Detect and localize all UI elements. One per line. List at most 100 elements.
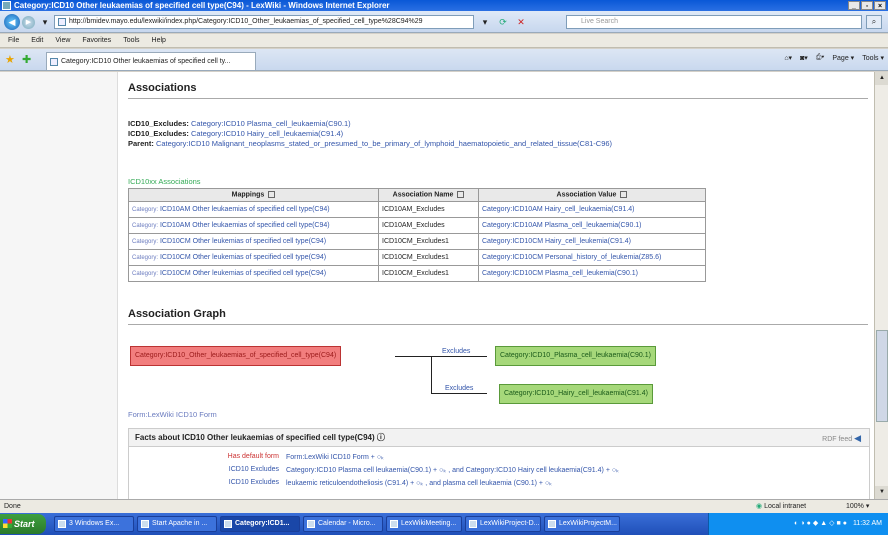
value-link[interactable]: Category:ICD10CM Personal_history_of_leu… <box>482 254 661 261</box>
mapping-link[interactable]: ICD10AM Other leukaemias of specified ce… <box>160 222 330 229</box>
info-icon[interactable]: ⓘ <box>377 433 385 442</box>
form-link[interactable]: Form:LexWiki ICD10 Form <box>128 410 217 419</box>
graph-source-node[interactable]: Category:ICD10_Other_leukaemias_of_speci… <box>130 346 342 366</box>
tools-menu[interactable]: Tools ▾ <box>862 54 884 62</box>
feeds-icon[interactable]: ◙▾ <box>800 54 808 62</box>
table-caption: ICD10xx Associations <box>128 177 201 186</box>
cell-mapping: Category: ICD10CM Other leukemias of spe… <box>128 233 379 250</box>
col-association-name[interactable]: Association Name <box>378 188 479 202</box>
cell-value: Category:ICD10AM Hairy_cell_leukaemia(C9… <box>478 201 706 218</box>
add-favorite-icon[interactable]: ✚ <box>22 53 31 66</box>
stop-icon[interactable]: ✕ <box>514 15 528 29</box>
menu-help[interactable]: Help <box>152 34 166 47</box>
sort-icon[interactable] <box>457 191 465 199</box>
tab-current[interactable]: Category:ICD10 Other leukaemias of speci… <box>46 52 256 70</box>
taskbar-button[interactable]: LexWikiProject-D... <box>465 516 541 532</box>
home-icon[interactable]: ⌂▾ <box>784 54 792 62</box>
address-dropdown-icon[interactable]: ▾ <box>478 15 492 29</box>
fact-value[interactable]: leukaemic reticuloendotheliosis (C91.4) … <box>286 479 552 487</box>
close-button[interactable]: × <box>874 1 886 10</box>
console-icon <box>141 520 149 528</box>
assoc-line-parent: Parent: Category:ICD10 Malignant_neoplas… <box>128 139 612 148</box>
cell-name: ICD10CM_Excludes1 <box>378 265 479 282</box>
taskbar-button[interactable]: 3 Windows Ex... <box>54 516 134 532</box>
favorites-star-icon[interactable]: ★ <box>5 53 15 66</box>
search-icon[interactable]: ⌕ <box>866 15 882 29</box>
menu-tools[interactable]: Tools <box>123 34 139 47</box>
address-input[interactable]: http://bmidev.mayo.edu/lexwiki/index.php… <box>54 15 474 29</box>
rdf-feed-link[interactable]: RDF feed ◀ <box>822 429 861 449</box>
assoc-link[interactable]: Category:ICD10 Hairy_cell_leukaemia(C91.… <box>191 129 343 138</box>
cell-mapping: Category: ICD10AM Other leukaemias of sp… <box>128 201 379 218</box>
start-label: Start <box>14 519 35 529</box>
mapping-link[interactable]: ICD10CM Other leukemias of specified cel… <box>160 254 326 261</box>
menu-view[interactable]: View <box>55 34 70 47</box>
dropdown-icon[interactable]: ▾ <box>38 15 52 29</box>
assoc-line-1: ICD10_Excludes: Category:ICD10 Plasma_ce… <box>128 119 351 128</box>
start-button[interactable]: Start <box>0 514 46 534</box>
mapping-link[interactable]: ICD10CM Other leukemias of specified cel… <box>160 238 326 245</box>
tray-icons[interactable]: ◐◑●◆▲◇■● <box>794 520 853 527</box>
assoc-line-2: ICD10_Excludes: Category:ICD10 Hairy_cel… <box>128 129 343 138</box>
back-button[interactable]: ◀ <box>4 14 20 30</box>
scroll-down-icon[interactable]: ▼ <box>875 486 888 499</box>
fact-value[interactable]: Category:ICD10 Plasma cell leukaemia(C90… <box>286 466 619 474</box>
value-link[interactable]: Category:ICD10AM Hairy_cell_leukaemia(C9… <box>482 206 635 213</box>
value-link[interactable]: Category:ICD10AM Plasma_cell_leukaemia(C… <box>482 222 642 229</box>
associations-table: Mappings Association Name Association Va… <box>128 188 706 282</box>
print-icon[interactable]: ⎙▾ <box>816 54 825 62</box>
category-prefix: Category: <box>132 271 159 277</box>
taskbar-button[interactable]: LexWikiProjectM... <box>544 516 620 532</box>
menu-favorites[interactable]: Favorites <box>82 34 111 47</box>
document-icon <box>390 520 398 528</box>
mapping-link[interactable]: ICD10AM Other leukaemias of specified ce… <box>160 206 330 213</box>
table-row: Category: ICD10AM Other leukaemias of sp… <box>128 201 706 218</box>
edge-label: Excludes <box>445 385 474 392</box>
calendar-icon <box>307 520 315 528</box>
taskbar-button[interactable]: Category:ICD1... <box>220 516 300 532</box>
taskbar-button[interactable]: LexWikiMeeting... <box>386 516 462 532</box>
page-menu[interactable]: Page ▾ <box>832 54 854 62</box>
col-association-value[interactable]: Association Value <box>478 188 706 202</box>
assoc-label: ICD10_Excludes: <box>128 129 189 138</box>
facts-box: Facts about ICD10 Other leukaemias of sp… <box>128 428 870 499</box>
fact-key[interactable]: ICD10 Excludes <box>129 479 279 486</box>
scroll-up-icon[interactable]: ▲ <box>875 72 888 85</box>
minimize-button[interactable]: _ <box>848 1 860 10</box>
value-link[interactable]: Category:ICD10CM Plasma_cell_leukemia(C9… <box>482 270 638 277</box>
window-title: Category:ICD10 Other leukaemias of speci… <box>14 1 390 10</box>
taskbar-button[interactable]: Calendar - Micro... <box>303 516 383 532</box>
graph-target-node[interactable]: Category:ICD10_Plasma_cell_leukaemia(C90… <box>495 346 656 366</box>
col-label: Mappings <box>231 191 265 199</box>
zoom-control[interactable]: 100% ▾ <box>846 500 869 513</box>
taskbar-label: LexWikiProjectM... <box>559 520 617 527</box>
search-input[interactable]: Live Search <box>566 15 862 29</box>
system-tray: ◐◑●◆▲◇■● 11:32 AM <box>708 513 888 535</box>
vertical-scrollbar[interactable]: ▲ ▼ <box>874 72 888 499</box>
col-mappings[interactable]: Mappings <box>128 188 379 202</box>
menu-file[interactable]: File <box>8 34 19 47</box>
document-icon <box>469 520 477 528</box>
fact-key[interactable]: Has default form <box>129 453 279 460</box>
taskbar-button[interactable]: Start Apache in ... <box>137 516 217 532</box>
forward-button[interactable]: ▶ <box>22 16 35 29</box>
graph-target-node[interactable]: Category:ICD10_Hairy_cell_leukaemia(C91.… <box>499 384 653 404</box>
value-link[interactable]: Category:ICD10CM Hairy_cell_leukemia(C91… <box>482 238 631 245</box>
cell-name: ICD10AM_Excludes <box>378 217 479 234</box>
refresh-icon[interactable]: ⟳ <box>496 15 510 29</box>
mapping-link[interactable]: ICD10CM Other leukemias of specified cel… <box>160 270 326 277</box>
sort-icon[interactable] <box>620 191 628 199</box>
fact-value[interactable]: Form:LexWiki ICD10 Form + ○ₖ <box>286 453 384 461</box>
menu-edit[interactable]: Edit <box>31 34 43 47</box>
fact-key[interactable]: ICD10 Excludes <box>129 466 279 473</box>
parent-link[interactable]: Category:ICD10 Malignant_neoplasms_state… <box>156 139 612 148</box>
graph-edge <box>395 356 431 357</box>
category-prefix: Category: <box>132 255 159 261</box>
page-viewport: Associations ICD10_Excludes: Category:IC… <box>0 72 874 499</box>
cell-value: Category:ICD10CM Personal_history_of_leu… <box>478 249 706 266</box>
restore-button[interactable]: ▫ <box>861 1 873 10</box>
sort-icon[interactable] <box>268 191 276 199</box>
status-bar: Done ◉ Local intranet 100% ▾ <box>0 499 888 513</box>
assoc-link[interactable]: Category:ICD10 Plasma_cell_leukaemia(C90… <box>191 119 351 128</box>
scroll-thumb[interactable] <box>876 330 888 422</box>
